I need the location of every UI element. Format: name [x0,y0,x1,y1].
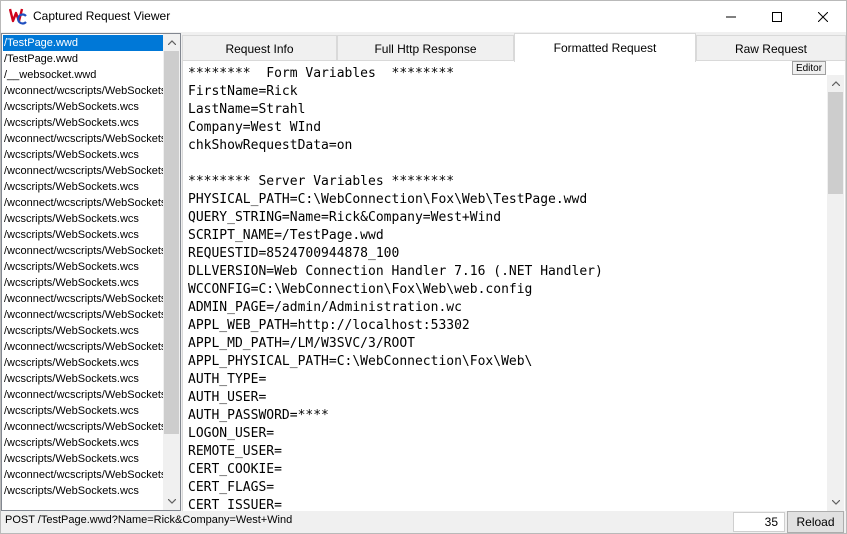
reload-button[interactable]: Reload [787,511,844,533]
scroll-up-icon[interactable] [163,34,180,51]
tab-raw-request[interactable]: Raw Request [696,35,846,61]
text-line: SCRIPT_NAME=/TestPage.wwd [188,228,384,243]
editor-button[interactable]: Editor [792,61,826,75]
status-bar: POST /TestPage.wwd?Name=Rick&Company=Wes… [1,511,846,533]
window-title: Captured Request Viewer [33,9,171,23]
formatted-request-pane: Editor ******** Form Variables ******** F… [182,60,846,512]
text-line: APPL_PHYSICAL_PATH=C:\WebConnection\Fox\… [188,354,533,369]
list-item[interactable]: /wcscripts/WebSockets.wcs [3,355,163,371]
list-item[interactable]: /wcscripts/WebSockets.wcs [3,451,163,467]
text-line: QUERY_STRING=Name=Rick&Company=West+Wind [188,210,502,225]
text-line: APPL_WEB_PATH=http://localhost:53302 [188,318,470,333]
list-item[interactable]: /wconnect/wcscripts/WebSockets.wcs [3,243,163,259]
list-item[interactable]: /wcscripts/WebSockets.wcs [3,259,163,275]
request-text-area[interactable]: ******** Form Variables ******** FirstNam… [188,65,826,509]
text-line: FirstName=Rick [188,84,298,99]
request-list-scrollbar[interactable] [163,34,180,510]
text-line: AUTH_TYPE= [188,372,267,387]
request-count-field[interactable]: 35 [733,512,785,532]
list-item[interactable]: /wconnect/wcscripts/WebSockets.wcs [3,163,163,179]
scroll-down-icon[interactable] [163,493,180,510]
tab-strip: Request Info Full Http Response Formatte… [182,33,846,62]
maximize-button[interactable] [754,1,800,32]
text-line: AUTH_USER= [188,390,267,405]
text-line [188,155,826,173]
wc-logo-icon [8,7,27,25]
text-line: REQUESTID=8524700944878_100 [188,246,400,261]
list-item[interactable]: /__websocket.wwd [3,67,163,83]
list-item[interactable]: /wconnect/wcscripts/WebSockets.wcs [3,387,163,403]
text-line: PHYSICAL_PATH=C:\WebConnection\Fox\Web\T… [188,192,588,207]
text-line: Company=West WInd [188,120,322,135]
list-item[interactable]: /wcscripts/WebSockets.wcs [3,483,163,499]
list-item[interactable]: /wconnect/wcscripts/WebSockets.wcs [3,131,163,147]
list-item[interactable]: /wconnect/wcscripts/WebSockets.wcs [3,339,163,355]
text-line: chkShowRequestData=on [188,138,353,153]
text-line: WCCONFIG=C:\WebConnection\Fox\Web\web.co… [188,282,533,297]
list-item[interactable]: /wcscripts/WebSockets.wcs [3,435,163,451]
list-item[interactable]: /wconnect/wcscripts/WebSockets.wcs [3,291,163,307]
tab-full-http-response[interactable]: Full Http Response [337,35,514,61]
scroll-up-icon[interactable] [827,75,844,92]
list-item[interactable]: /wcscripts/WebSockets.wcs [3,275,163,291]
status-request-line: POST /TestPage.wwd?Name=Rick&Company=Wes… [5,514,293,526]
scroll-thumb[interactable] [164,51,179,434]
list-item[interactable]: /TestPage.wwd [3,35,163,51]
minimize-icon [726,16,736,17]
close-icon [818,11,828,22]
list-item[interactable]: /wcscripts/WebSockets.wcs [3,147,163,163]
tab-request-info[interactable]: Request Info [182,35,337,61]
close-button[interactable] [800,1,846,32]
list-item[interactable]: /wcscripts/WebSockets.wcs [3,323,163,339]
request-list-items: /TestPage.wwd/TestPage.wwd/__websocket.w… [3,35,163,499]
text-line: APPL_MD_PATH=/LM/W3SVC/3/ROOT [188,336,415,351]
scroll-thumb[interactable] [828,92,843,194]
title-bar[interactable]: Captured Request Viewer [1,1,846,32]
minimize-button[interactable] [708,1,754,32]
scroll-down-icon[interactable] [827,494,844,511]
app-window: Captured Request Viewer /TestPage.wwd/Te… [0,0,847,534]
text-line: ******** Form Variables ******** [188,66,455,81]
list-item[interactable]: /wconnect/wcscripts/WebSockets.wcs [3,307,163,323]
list-item[interactable]: /wcscripts/WebSockets.wcs [3,211,163,227]
list-item[interactable]: /wcscripts/WebSockets.wcs [3,227,163,243]
text-line: LastName=Strahl [188,102,306,117]
text-line: LOGON_USER= [188,426,275,441]
text-line: CERT_ISSUER= [188,498,282,509]
tab-formatted-request[interactable]: Formatted Request [514,33,696,62]
text-line: CERT_COOKIE= [188,462,282,477]
text-line: CERT_FLAGS= [188,480,275,495]
maximize-icon [772,11,782,22]
list-item[interactable]: /wcscripts/WebSockets.wcs [3,115,163,131]
text-line: DLLVERSION=Web Connection Handler 7.16 (… [188,264,603,279]
text-line: AUTH_PASSWORD=**** [188,408,329,423]
list-item[interactable]: /wcscripts/WebSockets.wcs [3,403,163,419]
list-item[interactable]: /wconnect/wcscripts/WebSockets.wcs [3,195,163,211]
list-item[interactable]: /TestPage.wwd [3,51,163,67]
request-list[interactable]: /TestPage.wwd/TestPage.wwd/__websocket.w… [1,33,181,511]
text-line: ******** Server Variables ******** [188,174,455,189]
text-line: REMOTE_USER= [188,444,282,459]
text-scrollbar[interactable] [827,75,844,511]
text-line: ADMIN_PAGE=/admin/Administration.wc [188,300,462,315]
list-item[interactable]: /wcscripts/WebSockets.wcs [3,99,163,115]
list-item[interactable]: /wconnect/wcscripts/WebSockets.wcs [3,83,163,99]
list-item[interactable]: /wcscripts/WebSockets.wcs [3,371,163,387]
list-item[interactable]: /wconnect/wcscripts/WebSockets.wcs [3,419,163,435]
list-item[interactable]: /wcscripts/WebSockets.wcs [3,179,163,195]
list-item[interactable]: /wconnect/wcscripts/WebSockets.wcs [3,467,163,483]
